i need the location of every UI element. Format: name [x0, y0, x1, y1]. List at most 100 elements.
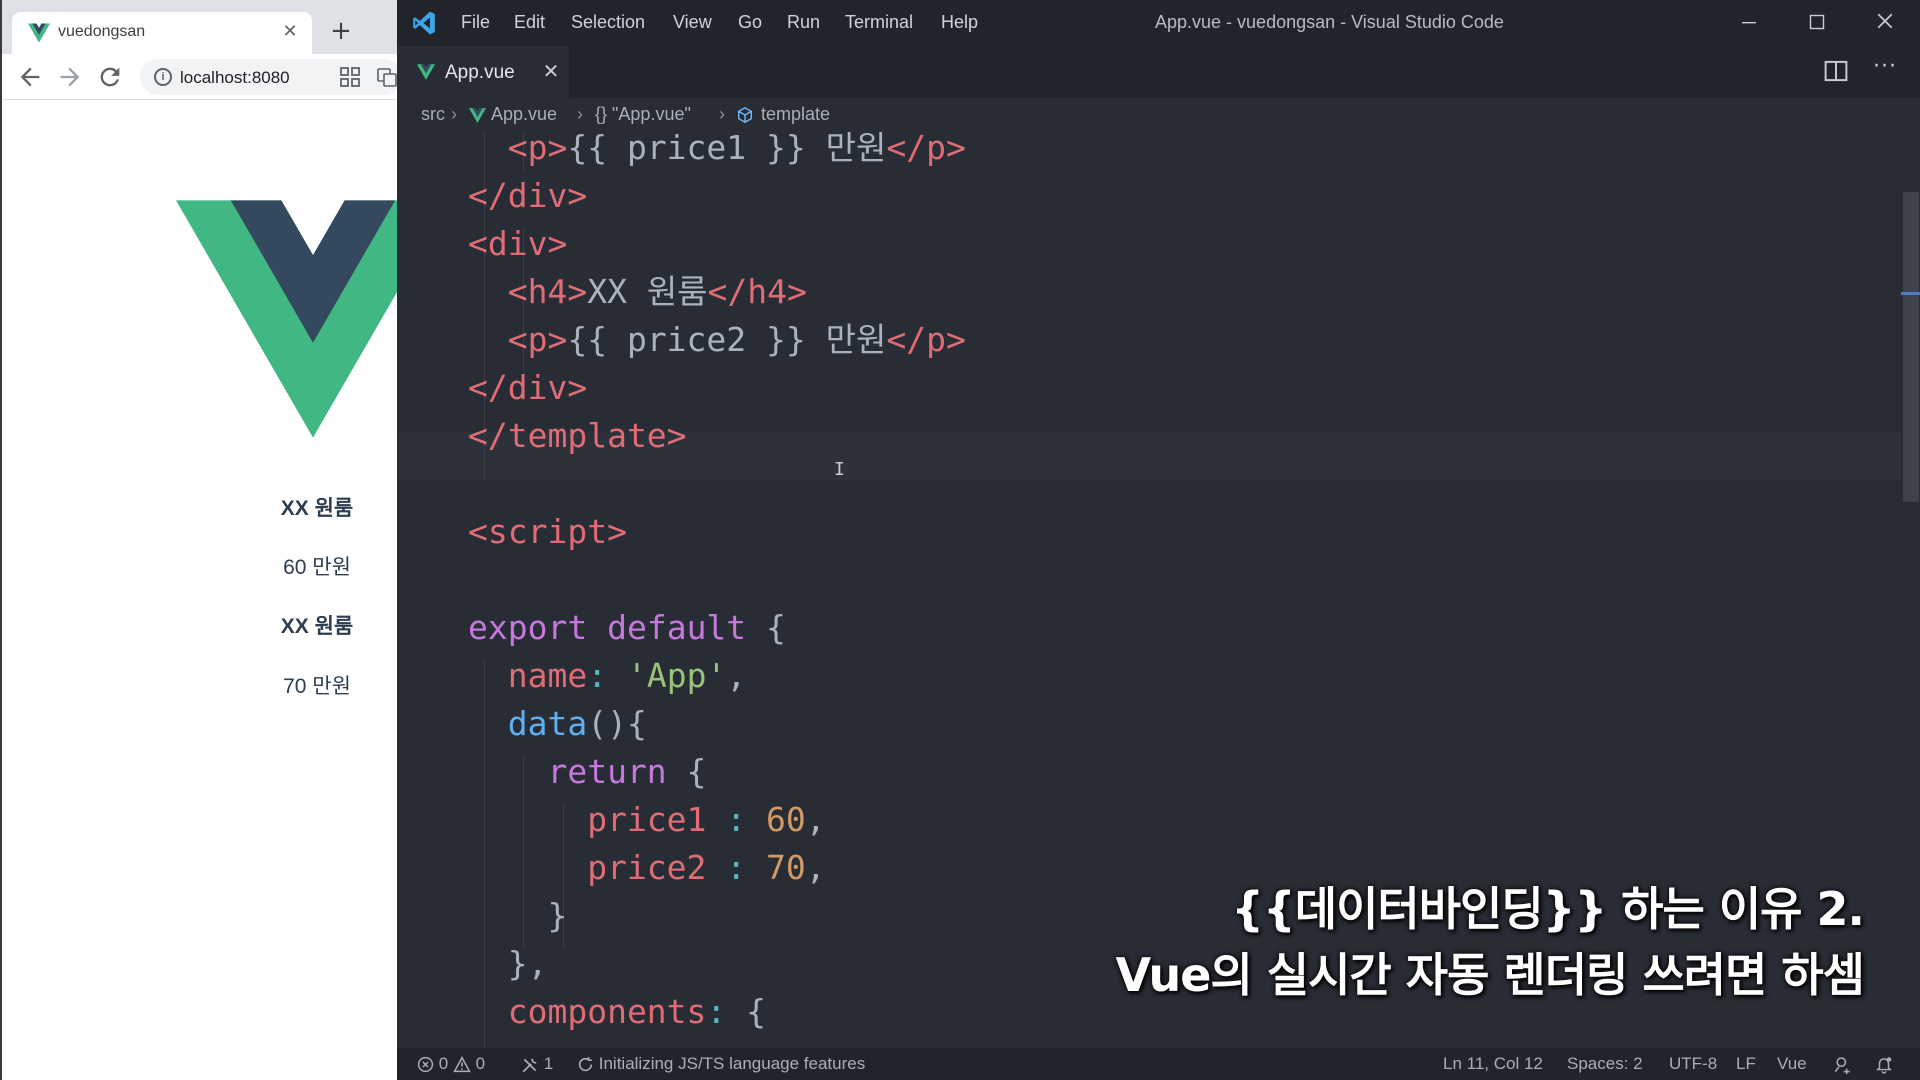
indentation-setting[interactable]: Spaces: 2 [1567, 1054, 1643, 1074]
code-token: </div> [468, 176, 588, 215]
code-line: }, [468, 940, 548, 988]
code-token: { [666, 752, 707, 791]
code-token: </p> [886, 320, 966, 359]
code-editor[interactable]: <p>{{ price1 }} 만원</p> </div> <div> <h4>XX… [397, 132, 1920, 1048]
menu-go[interactable]: Go [738, 12, 762, 33]
language-status[interactable]: Initializing JS/TS language features [577, 1054, 865, 1074]
vue-file-icon [469, 108, 486, 123]
status-message: Initializing JS/TS language features [598, 1054, 866, 1073]
menu-selection[interactable]: Selection [571, 12, 645, 33]
more-actions-icon[interactable]: ··· [1867, 54, 1903, 84]
status-bar: 0 0 1 Initializing JS/TS language featur… [397, 1048, 1920, 1080]
encoding-setting[interactable]: UTF-8 [1669, 1054, 1717, 1074]
breadcrumb-object[interactable]: {} "App.vue" [595, 104, 691, 125]
minimize-icon[interactable] [1731, 8, 1767, 38]
chevron-right-icon: › [451, 104, 457, 124]
browser-tab-title: vuedongsan [58, 23, 146, 40]
warning-count: 0 [475, 1054, 486, 1073]
close-tab-icon[interactable]: ✕ [278, 20, 302, 44]
language-mode[interactable]: Vue [1777, 1054, 1807, 1074]
code-token: </template> [468, 416, 687, 455]
code-token: name [468, 656, 588, 695]
problems-indicator[interactable]: 0 0 [417, 1054, 485, 1074]
warning-icon [453, 1056, 471, 1073]
menu-help[interactable]: Help [941, 12, 978, 33]
code-token: <script> [468, 512, 627, 551]
code-token: , [805, 800, 826, 839]
menu-edit[interactable]: Edit [514, 12, 545, 33]
sync-spinner-icon [578, 1057, 593, 1072]
back-arrow-icon[interactable] [16, 63, 44, 91]
tools-icon [522, 1058, 537, 1072]
video-subtitle: {{데이터바인딩}} 하는 이유 2. Vue의 실시간 자동 렌더링 쓰려면 … [1115, 876, 1865, 1008]
forward-arrow-icon[interactable] [56, 63, 84, 91]
code-token: return [468, 752, 667, 791]
split-editor-icon[interactable] [1823, 58, 1849, 84]
editor-tab-app-vue[interactable]: App.vue ✕ [397, 46, 569, 98]
code-line: components: { [468, 988, 766, 1036]
error-count: 0 [438, 1054, 449, 1073]
breadcrumb-symbol[interactable]: template [761, 104, 830, 125]
maximize-icon[interactable] [1799, 8, 1835, 38]
translate-icon[interactable] [377, 67, 397, 87]
feedback-icon[interactable] [1833, 1054, 1852, 1075]
code-line: price1 : 60, [468, 796, 826, 844]
breadcrumb-file[interactable]: App.vue [491, 104, 557, 125]
code-token: price1 [468, 800, 707, 839]
address-bar[interactable]: i localhost:8080 [140, 59, 397, 95]
cursor-position[interactable]: Ln 11, Col 12 [1443, 1054, 1543, 1074]
menu-file[interactable]: File [461, 12, 490, 33]
menu-terminal[interactable]: Terminal [845, 12, 913, 33]
product-title: XX 원룸 [280, 615, 354, 638]
apps-grid-icon[interactable] [340, 67, 360, 87]
site-info-icon[interactable]: i [154, 68, 172, 86]
code-token: } [468, 896, 568, 935]
code-token: export [468, 608, 588, 647]
browser-window: vuedongsan ✕ + i localhost:8080 XX 원룸 60… [0, 0, 397, 1080]
subtitle-line: Vue의 실시간 자동 렌더링 쓰려면 하셈 [1115, 948, 1865, 1002]
editor-tab-label: App.vue [445, 62, 515, 83]
code-token: <p> [468, 320, 568, 359]
code-line: <script> [468, 508, 627, 556]
code-line: <div> [468, 220, 567, 268]
code-token: }, [468, 944, 548, 983]
code-token: (){ [587, 704, 647, 743]
product-title: XX 원룸 [280, 497, 354, 520]
browser-tab[interactable]: vuedongsan ✕ [12, 12, 312, 54]
title-bar: File Edit Selection View Go Run Terminal… [397, 0, 1920, 46]
code-token: { [726, 992, 767, 1031]
editor-scrollbar[interactable] [1901, 132, 1920, 1048]
code-line: <h4>XX 원룸</h4> [468, 268, 807, 316]
breadcrumb: src › App.vue › {} "App.vue" › template [397, 98, 1920, 132]
reload-icon[interactable] [96, 63, 124, 91]
ports-indicator[interactable]: 1 [521, 1054, 553, 1074]
code-token: XX 원룸 [587, 272, 708, 311]
code-line: export default { [468, 604, 786, 652]
editor-tab-bar: App.vue ✕ ··· [397, 46, 1920, 98]
close-editor-tab-icon[interactable]: ✕ [539, 59, 563, 83]
code-line: } [468, 892, 567, 940]
code-line: </div> [468, 172, 587, 220]
subtitle-line: {{데이터바인딩}} 하는 이유 2. [1231, 882, 1865, 936]
scrollbar-thumb[interactable] [1903, 192, 1919, 502]
code-token: price2 [468, 848, 707, 887]
notifications-bell-icon[interactable] [1875, 1054, 1893, 1074]
code-token: , [805, 848, 826, 887]
code-token: </p> [886, 132, 966, 167]
breadcrumb-folder[interactable]: src [421, 104, 445, 125]
close-window-icon[interactable] [1867, 8, 1903, 38]
browser-toolbar: i localhost:8080 [2, 54, 397, 100]
vue-favicon-icon [28, 23, 50, 43]
eol-setting[interactable]: LF [1736, 1054, 1756, 1074]
new-tab-button[interactable]: + [326, 16, 356, 46]
code-line: </div> [468, 364, 587, 412]
menu-run[interactable]: Run [787, 12, 820, 33]
code-line: return { [468, 748, 706, 796]
menu-view[interactable]: View [673, 12, 712, 33]
code-token: </div> [468, 368, 588, 407]
code-token: : [706, 992, 727, 1031]
